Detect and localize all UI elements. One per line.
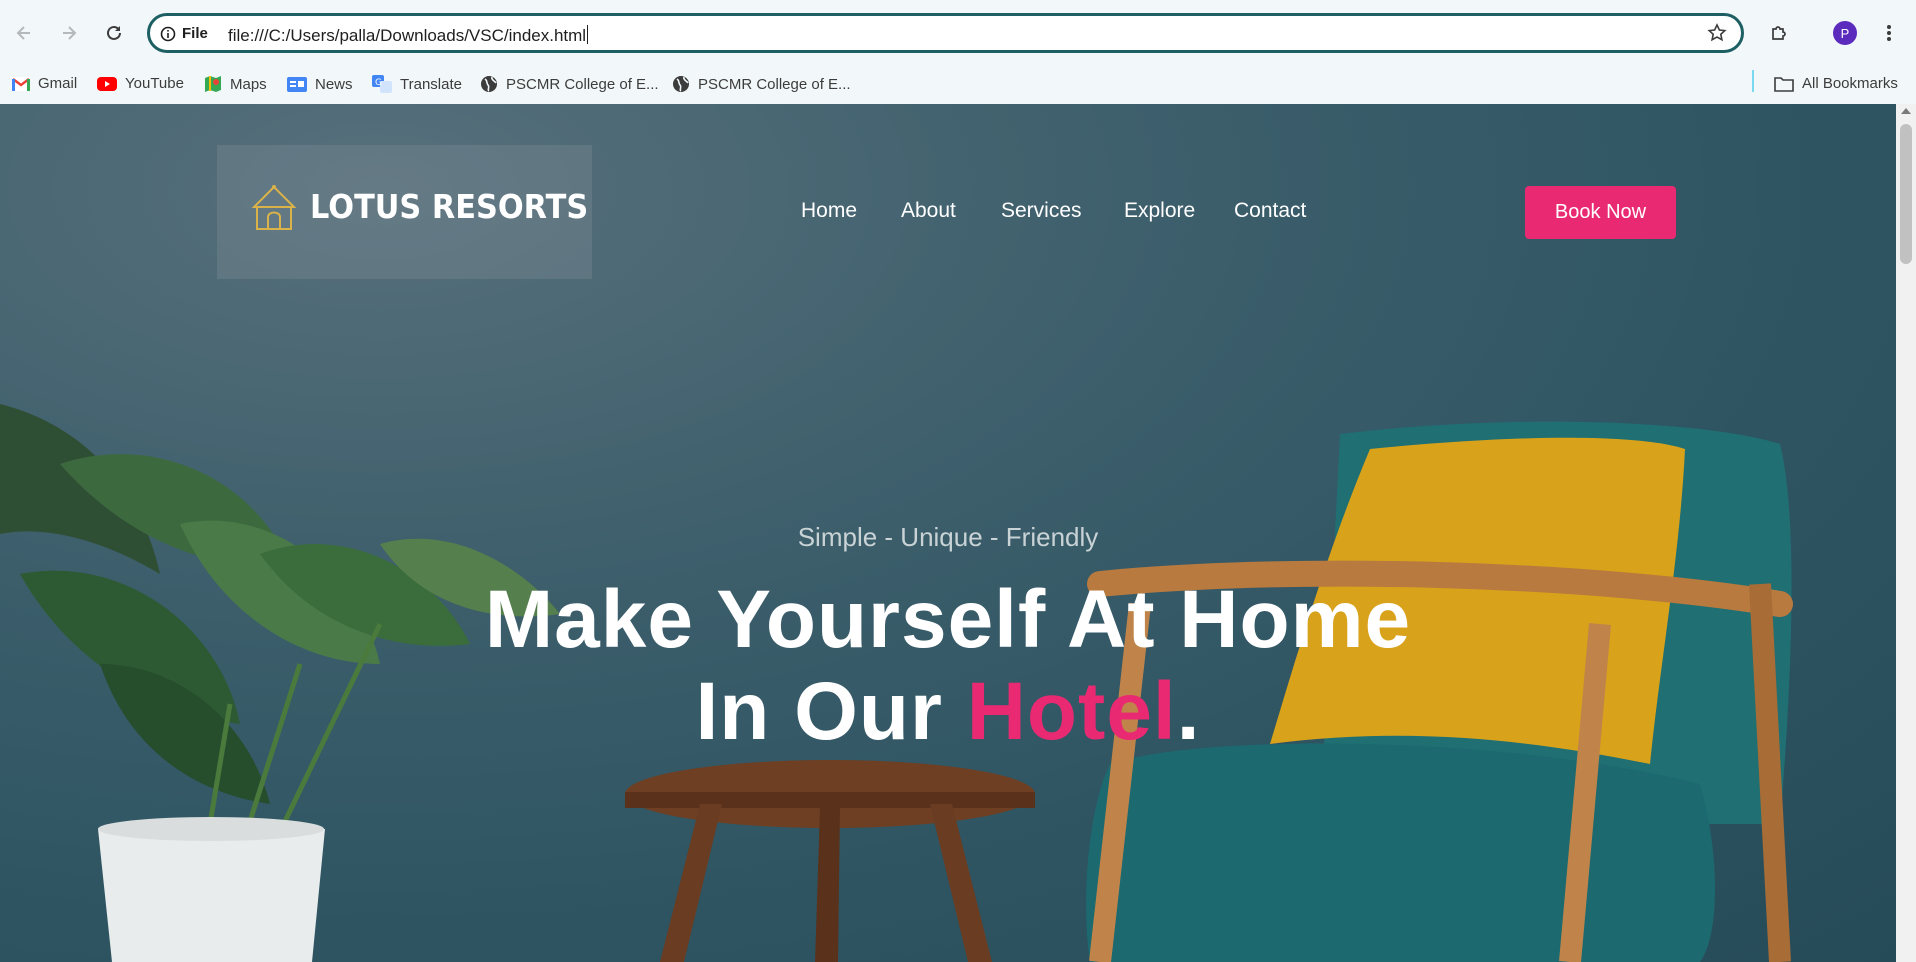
- nav-link-contact[interactable]: Contact: [1234, 199, 1306, 223]
- pavilion-logo-icon: [251, 185, 297, 230]
- headline-prefix: In Our: [695, 666, 967, 757]
- maps-icon: [205, 76, 221, 92]
- hero-tagline: Simple - Unique - Friendly: [797, 522, 1099, 552]
- scroll-thumb[interactable]: [1900, 124, 1912, 264]
- more-vertical-icon: [1887, 25, 1891, 41]
- bookmark-label: Gmail: [38, 75, 78, 92]
- gmail-icon: [12, 76, 30, 91]
- back-button[interactable]: [7, 16, 41, 50]
- side-table-illustration: [625, 760, 1035, 962]
- bookmark-label: YouTube: [125, 75, 184, 92]
- nav-link-services[interactable]: Services: [1001, 199, 1082, 223]
- headline-line-1: Make Yourself At Home: [484, 574, 1412, 665]
- translate-icon: G: [372, 75, 392, 93]
- hero-headline: Make Yourself At Home In Our Hotel.: [0, 574, 1896, 758]
- site-info-chip[interactable]: File: [160, 25, 208, 42]
- bookmark-label: PSCMR College of E...: [698, 75, 851, 93]
- news-icon: [287, 77, 307, 92]
- forward-button[interactable]: [52, 16, 86, 50]
- nav-link-about[interactable]: About: [901, 199, 956, 223]
- logo-block[interactable]: LOTUS RESORTS: [217, 145, 592, 279]
- bookmark-label: News: [315, 75, 353, 93]
- all-bookmarks-button[interactable]: All Bookmarks: [1774, 75, 1898, 92]
- nav-link-explore[interactable]: Explore: [1124, 199, 1195, 223]
- bookmark-star-button[interactable]: [1707, 23, 1727, 48]
- url-text[interactable]: file:///C:/Users/palla/Downloads/VSC/ind…: [228, 25, 588, 46]
- address-bar[interactable]: File file:///C:/Users/palla/Downloads/VS…: [147, 13, 1744, 53]
- logo-text: LOTUS RESORTS: [310, 187, 589, 226]
- reload-button[interactable]: [97, 16, 131, 50]
- book-now-button[interactable]: Book Now: [1525, 186, 1676, 239]
- info-icon: [160, 26, 176, 41]
- puzzle-icon: [1772, 26, 1786, 40]
- globe-icon: [481, 76, 497, 92]
- arrow-right-icon: [63, 26, 77, 40]
- bookmarks-divider: [1752, 70, 1754, 92]
- star-icon: [1707, 23, 1727, 42]
- page-scrollbar[interactable]: [1896, 104, 1916, 962]
- svg-text:G: G: [375, 78, 382, 88]
- bookmarks-bar: Gmail YouTube Maps News G Translate PSCM…: [0, 66, 1916, 104]
- scroll-up-arrow-icon[interactable]: [1901, 108, 1911, 114]
- nav-link-home[interactable]: Home: [801, 199, 857, 223]
- bookmark-pscmr-2[interactable]: PSCMR College of E...: [672, 75, 851, 93]
- bookmark-maps[interactable]: Maps: [204, 75, 267, 93]
- headline-accent-word: Hotel: [966, 666, 1177, 757]
- bookmark-news[interactable]: News: [287, 75, 353, 93]
- bookmark-label: Maps: [230, 75, 267, 93]
- arrow-left-icon: [16, 26, 30, 40]
- globe-icon: [673, 76, 689, 92]
- bookmark-translate[interactable]: G Translate: [372, 75, 462, 93]
- bookmark-youtube[interactable]: YouTube: [97, 75, 184, 92]
- youtube-icon: [97, 76, 117, 91]
- folder-icon: [1774, 76, 1794, 92]
- bookmark-pscmr-1[interactable]: PSCMR College of E...: [480, 75, 659, 93]
- bookmark-gmail[interactable]: Gmail: [12, 75, 77, 92]
- reload-icon: [107, 25, 121, 40]
- bookmark-label: PSCMR College of E...: [506, 75, 659, 93]
- browser-toolbar: File file:///C:/Users/palla/Downloads/VS…: [0, 0, 1916, 66]
- profile-avatar[interactable]: P: [1833, 21, 1857, 45]
- site-info-label: File: [182, 25, 208, 42]
- page-viewport: LOTUS RESORTS Home About Services Explor…: [0, 104, 1896, 962]
- headline-suffix: .: [1176, 666, 1201, 757]
- all-bookmarks-label: All Bookmarks: [1802, 75, 1898, 92]
- headline-line-2: In Our Hotel.: [0, 666, 1896, 758]
- menu-button[interactable]: [1872, 16, 1906, 50]
- extensions-button[interactable]: [1762, 16, 1796, 50]
- bookmark-label: Translate: [400, 75, 462, 93]
